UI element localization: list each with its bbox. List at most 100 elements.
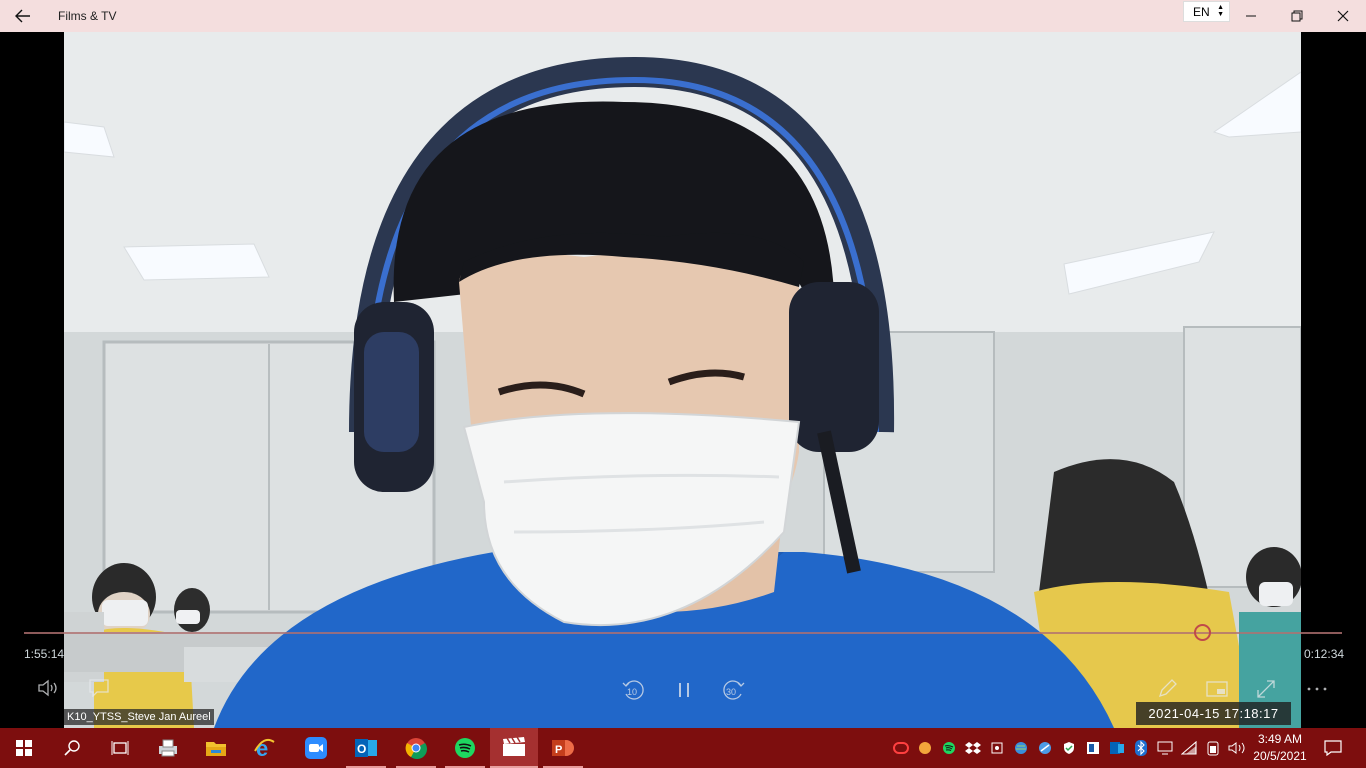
- notification-icon: [1324, 740, 1342, 756]
- restore-button[interactable]: [1274, 0, 1320, 32]
- seek-bar[interactable]: [24, 632, 1342, 634]
- taskbar-chrome[interactable]: [392, 728, 440, 768]
- tray-dropbox[interactable]: [962, 728, 984, 768]
- tray-monitor[interactable]: [1154, 728, 1176, 768]
- wifi-icon: [1181, 741, 1197, 755]
- internet-explorer-icon: e: [254, 737, 275, 759]
- skip-forward-button[interactable]: 30: [720, 678, 748, 702]
- tray-volume[interactable]: [1226, 728, 1248, 768]
- tray-record[interactable]: [890, 728, 912, 768]
- spotify-tray-icon: [943, 742, 955, 754]
- skip-back-button[interactable]: 10: [619, 678, 647, 702]
- seek-thumb[interactable]: [1194, 624, 1211, 641]
- battery-icon: [1207, 741, 1219, 756]
- video-area[interactable]: 1:55:14 0:12:34 10 30 K10_YTSS_Steve Jan…: [0, 32, 1366, 728]
- pause-icon: [679, 683, 689, 697]
- skip-back-seconds: 10: [627, 687, 638, 697]
- subtitles-button[interactable]: [86, 677, 112, 699]
- tray-battery[interactable]: [1202, 728, 1224, 768]
- dropbox-icon: [965, 742, 981, 754]
- shield-icon: [1064, 742, 1074, 754]
- chrome-icon: [405, 738, 427, 759]
- taskbar-spotify[interactable]: [441, 728, 489, 768]
- tray-usb[interactable]: [986, 728, 1008, 768]
- task-view-icon: [111, 741, 129, 755]
- fullscreen-icon: [1257, 680, 1275, 698]
- powerpoint-icon: P: [552, 740, 574, 756]
- taskbar: e O P 3:49 AM 20/5/2021: [0, 728, 1366, 768]
- action-center-button[interactable]: [1322, 728, 1344, 768]
- bluetooth-icon: [1135, 740, 1147, 756]
- more-button[interactable]: [1304, 677, 1330, 701]
- tray-wifi[interactable]: [1178, 728, 1200, 768]
- start-icon: [16, 740, 32, 756]
- close-icon: [1337, 10, 1349, 22]
- outlook-icon: O: [355, 739, 377, 757]
- search-icon: [64, 740, 80, 756]
- start-button[interactable]: [0, 728, 48, 768]
- minimize-icon: [1246, 15, 1256, 17]
- printer-icon: [159, 739, 177, 757]
- taskbar-search-button[interactable]: [48, 728, 96, 768]
- close-button[interactable]: [1320, 0, 1366, 32]
- file-explorer-icon: [206, 742, 226, 756]
- speaker-icon: [1228, 742, 1245, 754]
- language-selector[interactable]: EN ▲ ▼: [1183, 1, 1230, 22]
- blue-app-icon: [1087, 742, 1099, 754]
- orange-app-icon: [919, 742, 931, 754]
- volume-button[interactable]: [36, 677, 62, 699]
- participant-name-label: K10_YTSS_Steve Jan Aureel: [64, 709, 214, 725]
- record-icon: [893, 742, 909, 754]
- chevron-up-down-icon: ▲ ▼: [1217, 4, 1224, 18]
- fullscreen-button[interactable]: [1254, 677, 1278, 701]
- video-scene: [64, 32, 1301, 728]
- subtitles-icon: [89, 679, 109, 697]
- svg-text:O: O: [357, 742, 366, 756]
- films-tv-icon: [503, 737, 525, 756]
- outlook-tray-icon: [1110, 742, 1124, 754]
- taskbar-printer[interactable]: [144, 728, 192, 768]
- zoom-icon: [305, 737, 327, 759]
- mini-view-icon: [1206, 681, 1228, 697]
- back-button[interactable]: [0, 0, 46, 32]
- skip-forward-seconds: 30: [726, 687, 737, 697]
- tray-spotify[interactable]: [938, 728, 960, 768]
- edit-button[interactable]: [1155, 677, 1179, 701]
- tray-app-orange[interactable]: [914, 728, 936, 768]
- taskbar-internet-explorer[interactable]: e: [240, 728, 288, 768]
- elapsed-time: 1:55:14: [24, 647, 65, 661]
- title-bar: Films & TV EN ▲ ▼: [0, 0, 1366, 32]
- video-frame: [64, 32, 1301, 728]
- taskbar-zoom[interactable]: [292, 728, 340, 768]
- clock-date: 20/5/2021: [1253, 749, 1307, 763]
- video-timestamp: 2021-04-15 17:18:17: [1136, 702, 1291, 725]
- monitor-icon: [1157, 741, 1173, 755]
- tray-sync[interactable]: [1034, 728, 1056, 768]
- taskbar-file-explorer[interactable]: [192, 728, 240, 768]
- tray-app-blue[interactable]: [1082, 728, 1104, 768]
- taskbar-outlook[interactable]: O: [342, 728, 390, 768]
- taskbar-powerpoint[interactable]: P: [539, 728, 587, 768]
- pencil-icon: [1158, 679, 1177, 698]
- restore-icon: [1291, 10, 1303, 22]
- globe-icon: [1015, 742, 1027, 754]
- remaining-time: 0:12:34: [1304, 647, 1345, 661]
- language-label: EN: [1193, 5, 1210, 19]
- usb-icon: [991, 742, 1003, 754]
- sync-icon: [1039, 742, 1051, 754]
- clock-time: 3:49 AM: [1257, 732, 1303, 746]
- mini-view-button[interactable]: [1204, 677, 1230, 701]
- minimize-button[interactable]: [1228, 0, 1274, 32]
- more-icon: [1307, 687, 1327, 691]
- tray-bluetooth[interactable]: [1130, 728, 1152, 768]
- tray-network-globe[interactable]: [1010, 728, 1032, 768]
- taskbar-films-tv[interactable]: [490, 728, 538, 768]
- taskbar-clock[interactable]: 3:49 AM 20/5/2021: [1247, 731, 1313, 765]
- task-view-button[interactable]: [96, 728, 144, 768]
- back-arrow-icon: [15, 9, 30, 23]
- tray-outlook[interactable]: [1106, 728, 1128, 768]
- spotify-icon: [455, 738, 475, 758]
- tray-security[interactable]: [1058, 728, 1080, 768]
- volume-icon: [38, 679, 57, 697]
- play-pause-button[interactable]: [672, 678, 696, 702]
